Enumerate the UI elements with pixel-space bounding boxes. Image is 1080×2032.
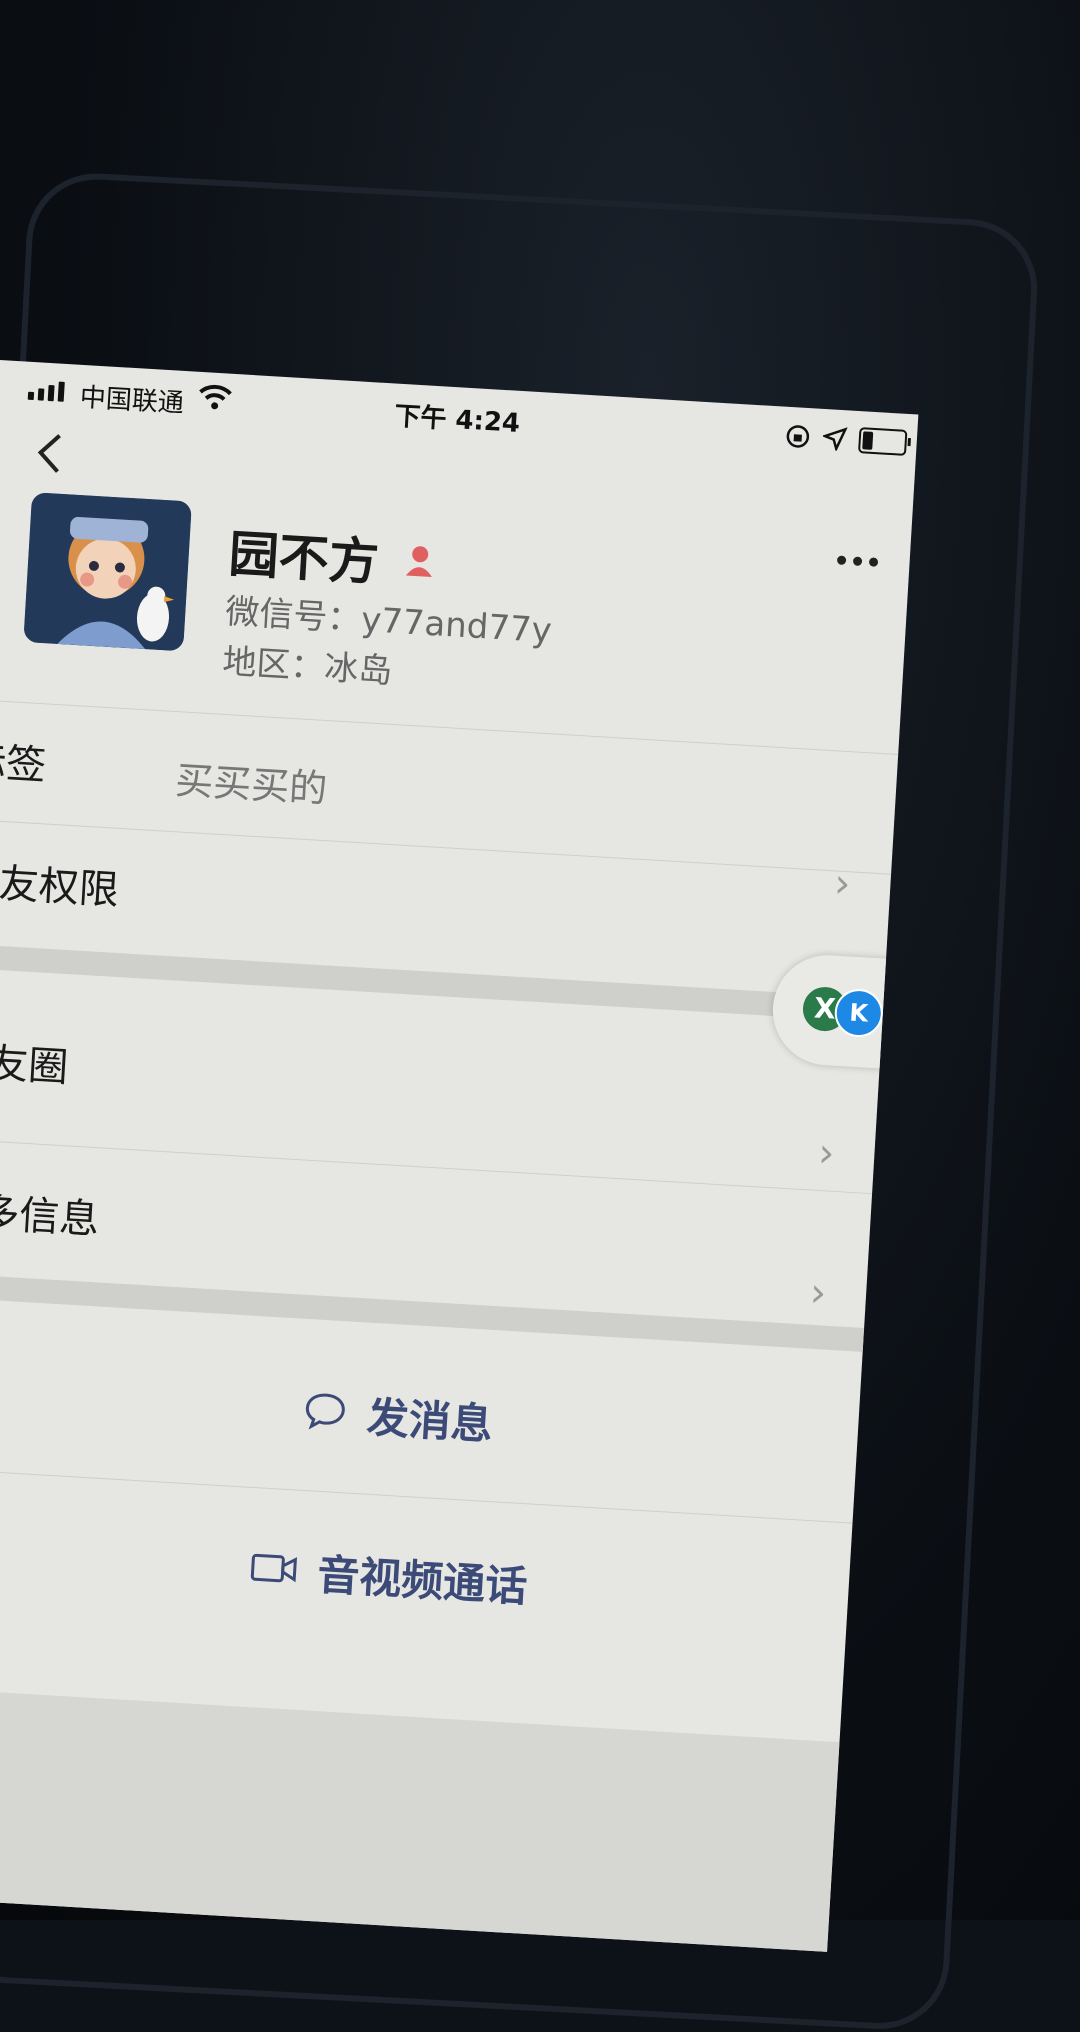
av-call-label: 音视频通话	[316, 1549, 529, 1611]
av-call-button[interactable]: 音视频通话	[0, 1478, 852, 1672]
region-label: 地区：	[221, 641, 326, 688]
blue-app-icon: K	[833, 987, 885, 1039]
chevron-right-icon: ›	[833, 860, 852, 908]
region-row: 地区：冰岛	[221, 634, 394, 693]
chat-bubble-icon	[305, 1393, 345, 1430]
gender-female-icon	[405, 546, 432, 577]
chevron-left-icon	[37, 434, 61, 473]
tags-value: 买买买的	[174, 758, 329, 812]
tags-label: 标签	[0, 738, 48, 790]
chevron-right-icon: ›	[817, 1129, 836, 1177]
wechat-id-label: 微信号：	[224, 591, 363, 640]
region-value: 冰岛	[323, 647, 394, 692]
chevron-right-icon: ›	[808, 1269, 828, 1317]
phone-screen: 中国联通 下午 4:24 园不方 微信号：y77and77y 地区：冰岛 标签 …	[0, 360, 919, 1952]
video-camera-icon	[250, 1553, 298, 1583]
contact-name: 园不方	[227, 524, 381, 592]
avatar[interactable]	[23, 492, 192, 652]
send-message-button[interactable]: 发消息	[0, 1318, 861, 1512]
back-button[interactable]	[33, 422, 67, 489]
rotation-lock-icon	[786, 425, 810, 448]
moments-label: 朋友圈	[0, 1038, 70, 1092]
profile-header: 园不方 微信号：y77and77y 地区：冰岛	[0, 490, 911, 734]
battery-icon	[857, 427, 908, 456]
send-message-label: 发消息	[365, 1392, 495, 1449]
friend-permission-label: 朋友权限	[0, 858, 121, 914]
battery-fill	[862, 431, 874, 450]
location-icon	[822, 427, 848, 452]
more-info-label: 更多信息	[0, 1187, 101, 1244]
